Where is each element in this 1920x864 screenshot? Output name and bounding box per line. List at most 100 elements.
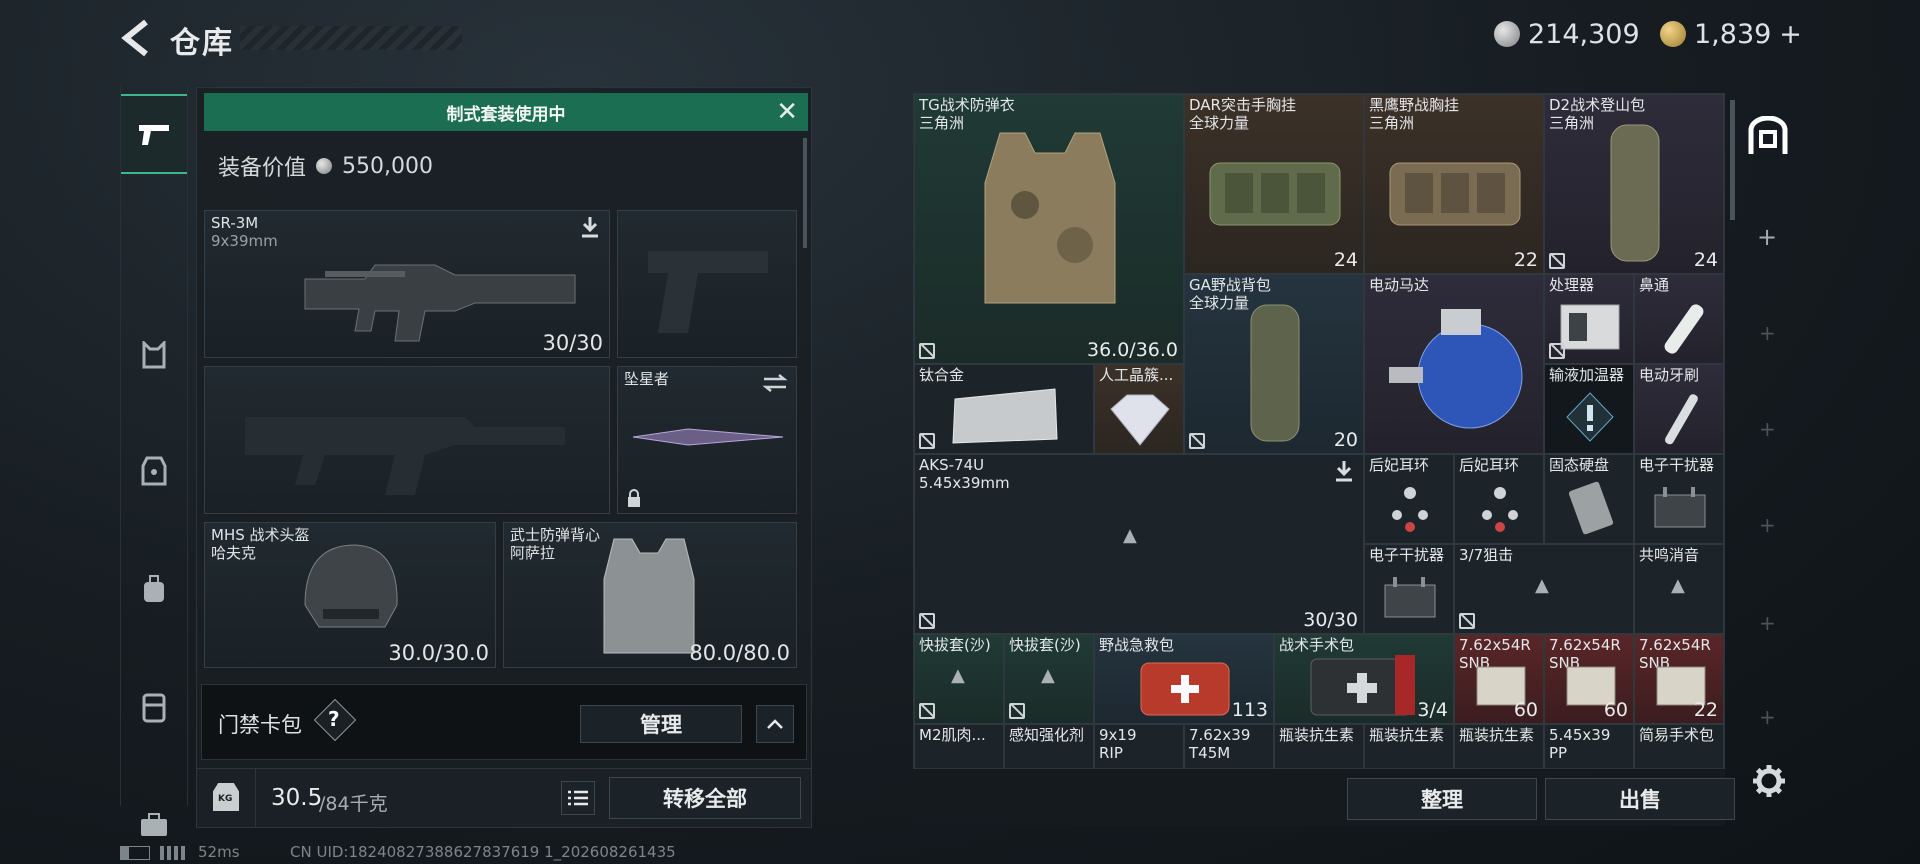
grid-item[interactable]: 后妃耳环 [1364,454,1454,544]
grid-item[interactable]: 简易手术包 [1634,724,1724,768]
nav-backpack[interactable] [121,556,187,622]
gold-currency[interactable]: 1,839 + [1660,16,1802,52]
grid-item[interactable]: 瓶装抗生素 [1454,724,1544,768]
primary-weapon-slot[interactable]: SR-3M 9x39mm 30/30 [204,210,610,358]
placeholder-icon: ▲ [1671,575,1685,596]
download-icon[interactable] [579,215,601,239]
grid-item[interactable]: 快拔套(沙) ▲ [1004,634,1094,724]
swap-icon[interactable] [762,373,788,393]
item-name: 后妃耳环 [1369,456,1430,474]
add-gold-button[interactable]: + [1779,19,1802,50]
grid-item[interactable]: 鼻通 [1634,274,1724,364]
sell-button[interactable]: 出售 [1545,778,1735,820]
toolbox-icon [141,813,167,836]
list-icon[interactable] [561,781,595,815]
helmet-durability: 30.0/30.0 [388,641,489,665]
grid-item[interactable]: TG战术防弹衣 三角洲 36.0/36.0 [914,94,1184,364]
equipment-value: 装备价值 550,000 [218,150,433,182]
grid-item[interactable]: 电动马达 [1364,274,1544,454]
grid-item[interactable]: 野战急救包 113 [1094,634,1274,724]
helmet-slot[interactable]: MHS 战术头盔 哈夫克 30.0/30.0 [204,522,496,668]
scrollbar[interactable] [803,138,807,248]
plus-icon[interactable]: + [1759,513,1776,537]
melee-slot[interactable]: 坠星者 [617,366,797,514]
item-name: 固态硬盘 [1549,456,1610,474]
sort-button[interactable]: 整理 [1347,778,1537,820]
item-sub: 5.45x39mm [919,474,1010,492]
grid-item[interactable]: 5.45x39 PP [1544,724,1634,768]
divider [255,769,256,827]
back-icon[interactable] [118,18,154,58]
chevron-up-icon[interactable] [756,705,794,743]
secondary-weapon-slot[interactable] [204,366,610,514]
grid-item[interactable]: 共鸣消音 ▲ [1634,544,1724,634]
plus-icon[interactable]: + [1759,611,1776,635]
item-name: AKS-74U [919,456,985,474]
nav-pouch[interactable] [121,674,187,740]
item-name: 3/7狙击 [1459,546,1514,564]
backpack-image [1610,124,1660,262]
gear-icon[interactable] [1752,764,1786,798]
plus-icon[interactable]: + [1757,223,1777,251]
grid-item[interactable]: 7.62x54R SNB 60 [1454,634,1544,724]
placeholder-icon: ▲ [1535,575,1549,596]
armor-slot[interactable]: 武士防弹背心 阿萨拉 80.0/80.0 [503,522,797,668]
placeholder-icon: ▲ [951,665,965,686]
weight-max: /84千克 [319,793,388,815]
grid-item[interactable]: D2战术登山包 三角洲 24 [1544,94,1724,274]
grid-item[interactable]: 黑鹰野战胸挂 三角洲 22 [1364,94,1544,274]
grid-item[interactable]: 电子干扰器 [1634,454,1724,544]
item-sub: 全球力量 [1189,294,1250,312]
nav-chest-rig[interactable] [121,322,187,388]
item-count: 24 [1333,249,1358,271]
safe-box-tab[interactable] [1735,105,1801,167]
item-name: 共鸣消音 [1639,546,1700,564]
grid-item[interactable]: 战术手术包 3/4 [1274,634,1454,724]
close-icon[interactable]: ✕ [776,97,798,127]
manage-button[interactable]: 管理 [580,705,742,743]
item-name: 电动马达 [1369,276,1430,294]
grid-item[interactable]: DAR突击手胸挂 全球力量 24 [1184,94,1364,274]
plus-icon[interactable]: + [1759,705,1776,729]
grid-item[interactable]: M2肌肉... [914,724,1004,768]
plus-icon[interactable]: + [1759,321,1776,345]
item-name: 感知强化剂 [1009,726,1085,744]
grid-item[interactable]: 快拔套(沙) ▲ [914,634,1004,724]
plus-icon[interactable]: + [1759,417,1776,441]
inventory-grid: TG战术防弹衣 三角洲 36.0/36.0 DAR突击手胸挂 全球力量 24 黑… [913,93,1725,769]
grid-item[interactable]: 输液加温器 [1544,364,1634,454]
grid-item[interactable]: 9x19 RIP [1094,724,1184,768]
nav-vest[interactable] [121,438,187,504]
item-count: 60 [1603,699,1628,721]
banner-text: 制式套装使用中 [446,104,566,125]
download-icon[interactable] [1333,459,1355,483]
grid-item[interactable]: 电子干扰器 [1364,544,1454,634]
grid-item[interactable]: 钛合金 [914,364,1094,454]
transfer-all-button[interactable]: 转移全部 [609,777,801,819]
item-name: 7.62x54R [1459,636,1531,654]
gold-coin-icon [1660,21,1686,47]
grid-item[interactable]: 7.62x54R SNB 60 [1544,634,1634,724]
rifle-placeholder-icon [245,417,565,495]
grid-item[interactable]: 后妃耳环 [1454,454,1544,544]
grid-item[interactable]: 电动牙刷 [1634,364,1724,454]
grid-item[interactable]: 7.62x54R SNB 22 [1634,634,1724,724]
nav-weapons[interactable] [121,94,187,174]
helmet-faction: 哈夫克 [211,544,257,562]
grid-item[interactable]: 人工晶簇... [1094,364,1184,454]
warmer-image [1566,392,1614,442]
item-sub: 全球力量 [1189,114,1250,132]
no-insure-icon [1189,433,1205,449]
earring-image [1482,487,1518,532]
pistol-slot[interactable] [617,210,797,358]
grid-item[interactable]: 3/7狙击 ▲ [1454,544,1634,634]
grid-item[interactable]: AKS-74U 5.45x39mm ▲ 30/30 [914,454,1364,634]
grid-item[interactable]: 感知强化剂 [1004,724,1094,768]
grid-item[interactable]: 处理器 [1544,274,1634,364]
grid-item[interactable]: 瓶装抗生素 [1274,724,1364,768]
grid-item[interactable]: GA野战背包 全球力量 20 [1184,274,1364,454]
grid-item[interactable]: 固态硬盘 [1544,454,1634,544]
grid-item[interactable]: 瓶装抗生素 [1364,724,1454,768]
grid-item[interactable]: 7.62x39 T45M [1184,724,1274,768]
item-name: 电动牙刷 [1639,366,1700,384]
